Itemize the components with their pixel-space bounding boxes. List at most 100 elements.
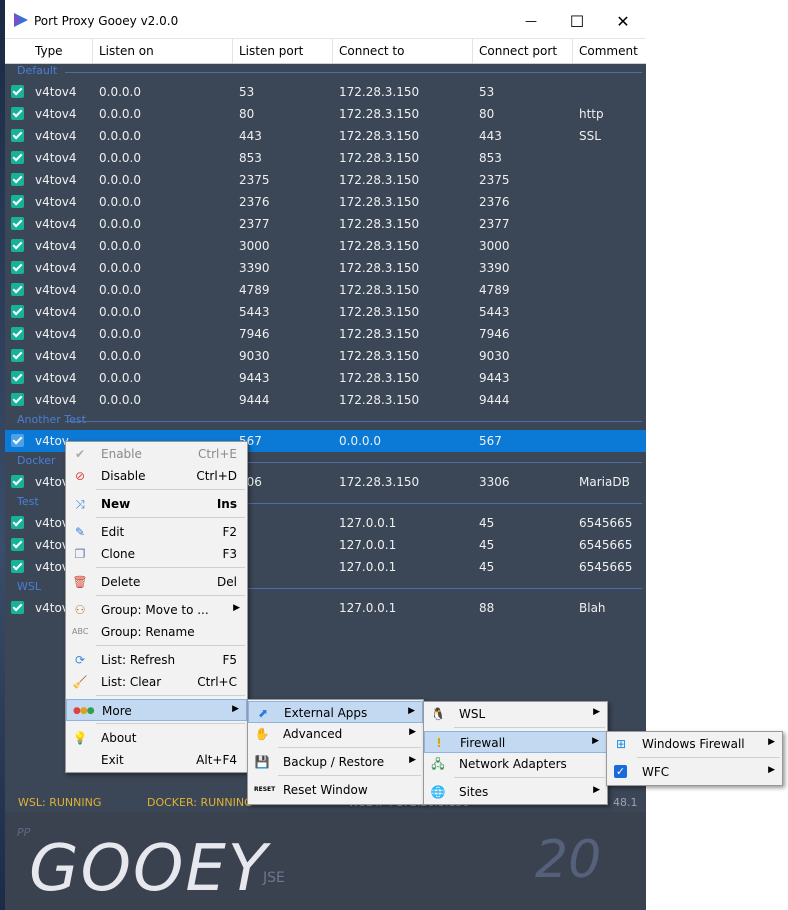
menu-backup-restore[interactable]: 💾 Backup / Restore ▶ <box>248 751 423 773</box>
cell-connect-to: 172.28.3.150 <box>339 327 420 341</box>
table-row[interactable]: v4tov4 0.0.0.0 53 172.28.3.150 53 <box>5 81 646 103</box>
row-checkbox[interactable] <box>11 327 24 340</box>
menu-windows-firewall[interactable]: ⊞ Windows Firewall ▶ <box>607 733 782 755</box>
external-link-icon: ⬈ <box>257 706 269 720</box>
cell-listen-on: 0.0.0.0 <box>99 107 141 121</box>
table-row[interactable]: v4tov4 0.0.0.0 3390 172.28.3.150 3390 <box>5 257 646 279</box>
warning-icon: ! <box>436 736 442 750</box>
menu-new[interactable]: ⤨ New Ins <box>66 493 247 515</box>
group-name: Another Test <box>17 413 86 426</box>
menu-wsl[interactable]: 🐧 WSL ▶ <box>424 703 607 725</box>
row-checkbox[interactable] <box>11 516 24 529</box>
table-row[interactable]: v4tov4 0.0.0.0 2377 172.28.3.150 2377 <box>5 213 646 235</box>
banner-title: GOOEY <box>29 832 269 906</box>
row-checkbox[interactable] <box>11 195 24 208</box>
cell-listen-port: 4789 <box>239 283 270 297</box>
table-row[interactable]: v4tov4 0.0.0.0 5443 172.28.3.150 5443 <box>5 301 646 323</box>
cell-listen-on: 0.0.0.0 <box>99 195 141 209</box>
row-checkbox[interactable] <box>11 349 24 362</box>
cell-connect-port: 3390 <box>479 261 510 275</box>
row-checkbox[interactable] <box>11 560 24 573</box>
table-row[interactable]: v4tov4 0.0.0.0 80 172.28.3.150 80 http <box>5 103 646 125</box>
submenu-arrow-icon: ▶ <box>593 707 600 717</box>
menu-edit[interactable]: ✎ Edit F2 <box>66 521 247 543</box>
row-checkbox[interactable] <box>11 475 24 488</box>
cell-listen-port: 53 <box>239 85 255 99</box>
group-divider <box>65 72 642 73</box>
row-checkbox[interactable] <box>11 129 24 142</box>
menu-enable[interactable]: ✔ Enable Ctrl+E <box>66 443 247 465</box>
menu-more[interactable]: ●●● More ▶ <box>66 699 247 721</box>
cell-type: v4tov4 <box>35 349 77 363</box>
row-checkbox[interactable] <box>11 393 24 406</box>
minimize-button[interactable]: — <box>508 8 554 34</box>
menu-group-move[interactable]: ⚇ Group: Move to ... ▶ <box>66 599 247 621</box>
close-button[interactable]: ✕ <box>600 8 646 34</box>
table-row[interactable]: v4tov4 0.0.0.0 853 172.28.3.150 853 <box>5 147 646 169</box>
row-checkbox[interactable] <box>11 85 24 98</box>
menu-reset-window[interactable]: RESET Reset Window <box>248 779 423 801</box>
row-checkbox[interactable] <box>11 151 24 164</box>
column-type[interactable]: Type <box>35 42 63 60</box>
group-header[interactable]: Another Test <box>5 413 646 427</box>
row-checkbox[interactable] <box>11 261 24 274</box>
table-row[interactable]: v4tov4 0.0.0.0 9444 172.28.3.150 9444 <box>5 389 646 411</box>
row-checkbox[interactable] <box>11 283 24 296</box>
table-row[interactable]: v4tov4 0.0.0.0 3000 172.28.3.150 3000 <box>5 235 646 257</box>
row-checkbox[interactable] <box>11 305 24 318</box>
cell-listen-on: 0.0.0.0 <box>99 151 141 165</box>
shuffle-icon: ⤨ <box>75 497 85 511</box>
column-listen-on[interactable]: Listen on <box>99 42 154 60</box>
menu-wfc[interactable]: ✓ WFC ▶ <box>607 761 782 783</box>
group-header[interactable]: Default <box>5 64 646 78</box>
row-checkbox[interactable] <box>11 173 24 186</box>
cell-connect-port: 2375 <box>479 173 510 187</box>
table-row[interactable]: v4tov4 0.0.0.0 4789 172.28.3.150 4789 <box>5 279 646 301</box>
menu-exit[interactable]: Exit Alt+F4 <box>66 749 247 771</box>
cell-type: v4tov4 <box>35 393 77 407</box>
cell-connect-port: 9444 <box>479 393 510 407</box>
firewall-submenu: ⊞ Windows Firewall ▶ ✓ WFC ▶ <box>606 731 783 786</box>
app-logo-icon <box>14 13 28 27</box>
window-title: Port Proxy Gooey v2.0.0 <box>34 14 179 28</box>
column-listen-port[interactable]: Listen port <box>239 42 303 60</box>
table-row[interactable]: v4tov4 0.0.0.0 9030 172.28.3.150 9030 <box>5 345 646 367</box>
menu-external-apps[interactable]: ⬈ External Apps ▶ <box>248 701 423 723</box>
menu-clone[interactable]: ❐ Clone F3 <box>66 543 247 565</box>
menu-firewall[interactable]: ! Firewall ▶ <box>424 731 607 753</box>
menu-group-rename[interactable]: ABC Group: Rename <box>66 621 247 643</box>
maximize-button[interactable]: ☐ <box>554 8 600 34</box>
cell-listen-port: 9030 <box>239 349 270 363</box>
menu-list-clear[interactable]: 🧹 List: Clear Ctrl+C <box>66 671 247 693</box>
row-checkbox[interactable] <box>11 239 24 252</box>
table-row[interactable]: v4tov4 0.0.0.0 9443 172.28.3.150 9443 <box>5 367 646 389</box>
row-checkbox[interactable] <box>11 601 24 614</box>
menu-list-refresh[interactable]: ⟳ List: Refresh F5 <box>66 649 247 671</box>
menu-about[interactable]: 💡 About <box>66 727 247 749</box>
cell-type: v4tov <box>35 475 69 489</box>
group-name: WSL <box>17 580 41 593</box>
column-connect-to[interactable]: Connect to <box>339 42 404 60</box>
menu-disable[interactable]: ⊘ Disable Ctrl+D <box>66 465 247 487</box>
menu-sites[interactable]: 🌐 Sites ▶ <box>424 781 607 803</box>
row-checkbox[interactable] <box>11 538 24 551</box>
column-connect-port[interactable]: Connect port <box>479 42 557 60</box>
cell-type: v4tov4 <box>35 261 77 275</box>
row-checkbox[interactable] <box>11 217 24 230</box>
row-checkbox[interactable] <box>11 434 24 447</box>
menu-delete[interactable]: 🗑 Delete Del <box>66 571 247 593</box>
cell-type: v4tov4 <box>35 371 77 385</box>
globe-icon: 🌐 <box>430 785 446 799</box>
row-checkbox[interactable] <box>11 107 24 120</box>
column-comment[interactable]: Comment <box>579 42 638 60</box>
table-row[interactable]: v4tov4 0.0.0.0 7946 172.28.3.150 7946 <box>5 323 646 345</box>
table-row[interactable]: v4tov4 0.0.0.0 2376 172.28.3.150 2376 <box>5 191 646 213</box>
menu-advanced[interactable]: ✋ Advanced ▶ <box>248 723 423 745</box>
table-row[interactable]: v4tov4 0.0.0.0 2375 172.28.3.150 2375 <box>5 169 646 191</box>
broom-icon: 🧹 <box>72 675 88 689</box>
cell-connect-to: 172.28.3.150 <box>339 393 420 407</box>
row-checkbox[interactable] <box>11 371 24 384</box>
menu-network-adapters[interactable]: 🖧 Network Adapters <box>424 753 607 775</box>
table-row[interactable]: v4tov4 0.0.0.0 443 172.28.3.150 443 SSL <box>5 125 646 147</box>
cell-listen-port: 9444 <box>239 393 270 407</box>
